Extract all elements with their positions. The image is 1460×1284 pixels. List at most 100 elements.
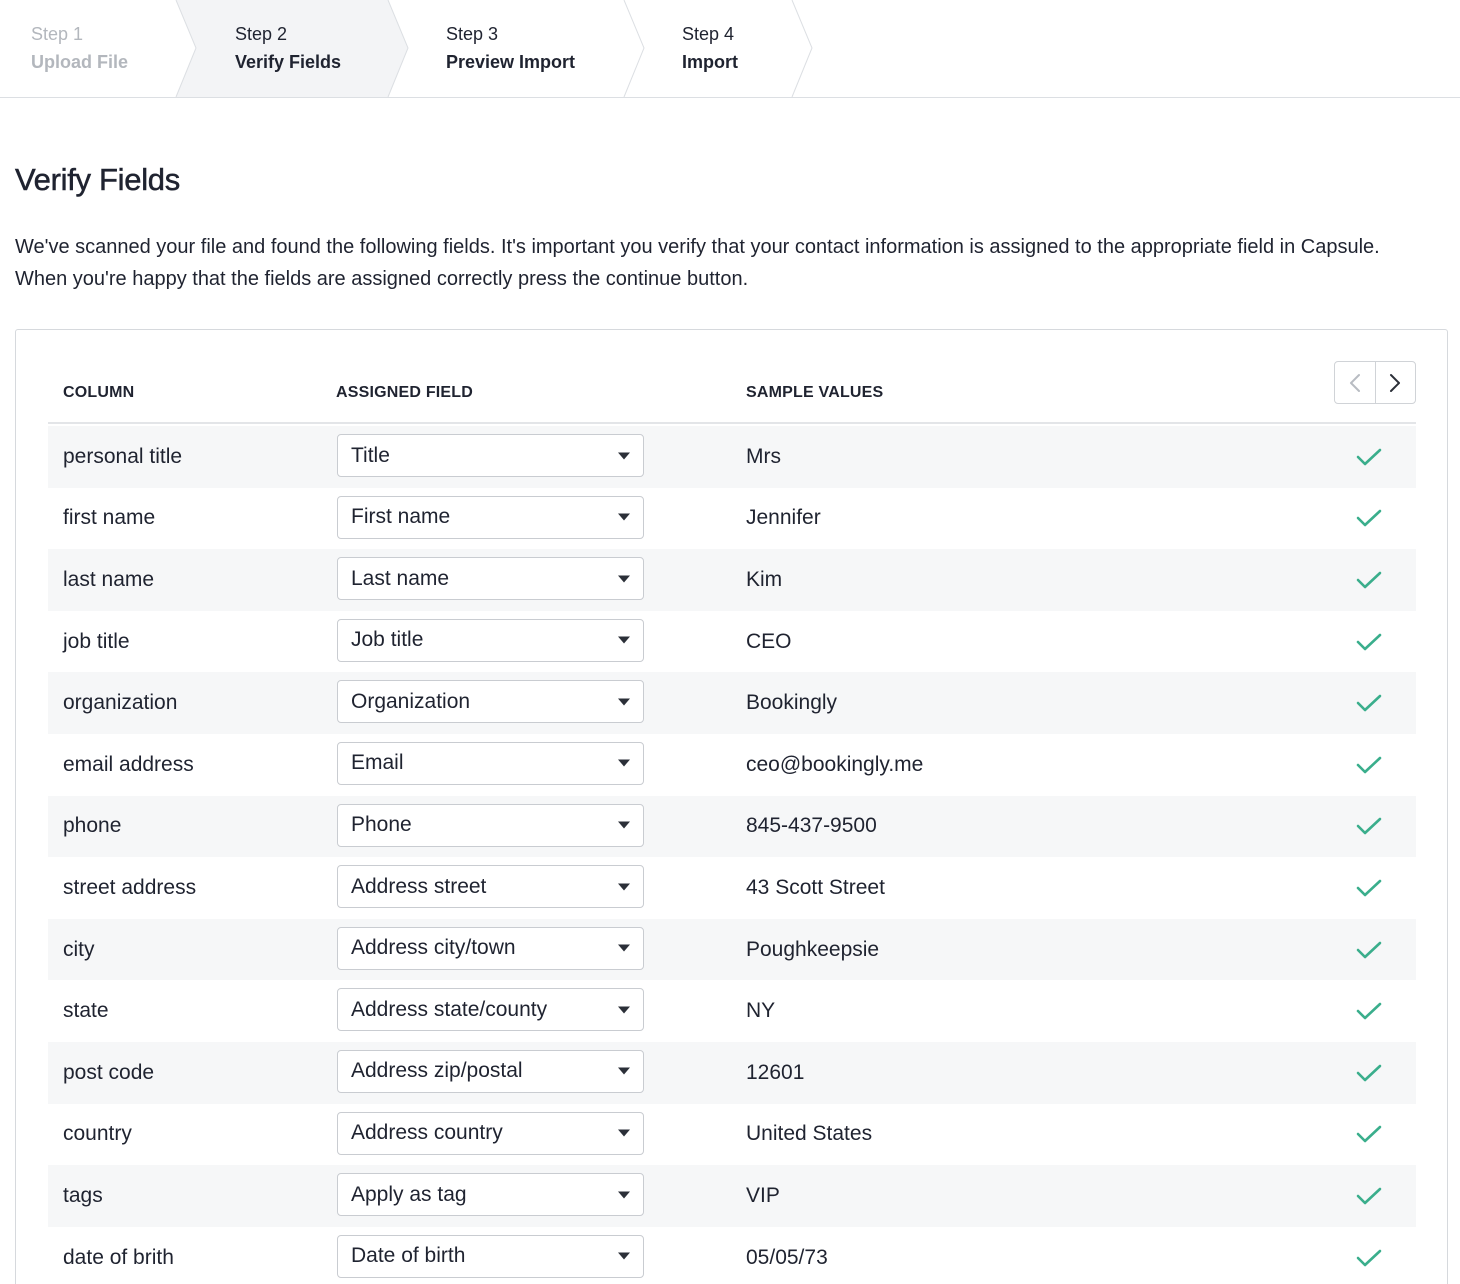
- assigned-field-select[interactable]: Address country: [337, 1111, 644, 1155]
- column-name: street address: [63, 875, 197, 899]
- assigned-field-header: ASSIGNED FIELD: [336, 384, 474, 401]
- chevron-right-icon: [1390, 373, 1401, 392]
- step-number: Step 3: [446, 24, 499, 44]
- sample-value: United States: [746, 1122, 873, 1146]
- assigned-field-select[interactable]: Last name: [337, 557, 644, 601]
- check-icon: [1356, 818, 1382, 835]
- check-icon: [1356, 448, 1382, 466]
- column-name: last name: [63, 567, 155, 591]
- sample-value: ceo@bookingly.me: [746, 752, 924, 776]
- assigned-field-value: First name: [351, 505, 451, 529]
- column-header: COLUMN: [63, 384, 135, 401]
- assigned-field-select[interactable]: Address state/county: [337, 988, 644, 1032]
- caret-down-icon: [618, 1191, 630, 1199]
- sample-value: Jennifer: [746, 506, 821, 530]
- assigned-field-value: Address state/county: [351, 997, 548, 1021]
- caret-down-icon: [618, 821, 630, 829]
- sample-value: Poughkeepsie: [746, 937, 880, 961]
- step-label: Upload File: [31, 52, 129, 72]
- table-row: country Address country United States: [48, 1104, 1416, 1166]
- assigned-field-select[interactable]: Apply as tag: [337, 1173, 644, 1217]
- assigned-field-select[interactable]: Address street: [337, 865, 644, 909]
- step-upload-file[interactable]: Step 1 Upload File: [31, 20, 128, 76]
- assigned-field-value: Organization: [351, 689, 471, 713]
- sample-value: NY: [746, 999, 776, 1023]
- check-icon: [1356, 633, 1382, 650]
- table-row: state Address state/county NY: [48, 980, 1416, 1042]
- assigned-field-value: Title: [351, 443, 390, 467]
- caret-down-icon: [618, 1006, 630, 1014]
- sample-value: CEO: [746, 629, 792, 653]
- assigned-field-value: Address country: [351, 1121, 503, 1145]
- column-name: city: [63, 937, 95, 961]
- assigned-field-select[interactable]: Date of birth: [337, 1234, 644, 1278]
- step-label: Preview Import: [446, 52, 576, 72]
- caret-down-icon: [618, 513, 630, 521]
- check-icon: [1356, 1064, 1382, 1082]
- column-name: first name: [63, 506, 156, 530]
- caret-down-icon: [618, 452, 630, 459]
- table-row: tags Apply as tag VIP: [48, 1165, 1416, 1227]
- table-row: street address Address street 43 Scott S…: [48, 857, 1416, 919]
- check-icon: [1356, 1002, 1382, 1020]
- check-icon: [1356, 571, 1382, 589]
- next-sample-button[interactable]: [1374, 362, 1416, 403]
- caret-down-icon: [618, 1067, 630, 1075]
- step-label: Import: [682, 52, 738, 72]
- assigned-field-select[interactable]: Email: [337, 741, 644, 785]
- assigned-field-select[interactable]: First name: [337, 495, 644, 539]
- sample-values-header: SAMPLE VALUES: [746, 384, 884, 401]
- table-row: phone Phone 845-437-9500: [48, 795, 1416, 858]
- check-icon: [1356, 510, 1382, 527]
- step-import: Step 4 Import: [682, 20, 738, 76]
- table-row: job title Job title CEO: [48, 611, 1416, 673]
- caret-down-icon: [618, 575, 630, 583]
- check-icon: [1356, 1126, 1382, 1143]
- sample-value: 05/05/73: [746, 1245, 828, 1269]
- step-number: Step 4: [682, 24, 735, 44]
- table-row: date of brith Date of birth 05/05/73: [48, 1227, 1416, 1284]
- table-row: city Address city/town Poughkeepsie: [48, 918, 1416, 981]
- column-name: state: [63, 999, 109, 1023]
- assigned-field-select[interactable]: Title: [337, 434, 644, 477]
- sample-value: Mrs: [746, 444, 781, 468]
- assigned-field-select[interactable]: Organization: [337, 680, 644, 724]
- step-preview-import: Step 3 Preview Import: [446, 20, 575, 76]
- assigned-field-value: Apply as tag: [351, 1182, 467, 1206]
- sample-value: 43 Scott Street: [746, 875, 885, 899]
- sample-value: Kim: [746, 567, 783, 591]
- assigned-field-select[interactable]: Phone: [337, 803, 644, 847]
- assigned-field-value: Address street: [351, 874, 487, 898]
- step-number: Step 1: [31, 24, 84, 44]
- column-name: job title: [63, 629, 130, 653]
- assigned-field-value: Job title: [351, 628, 424, 652]
- assigned-field-select[interactable]: Address zip/postal: [337, 1049, 644, 1093]
- check-icon: [1356, 941, 1382, 958]
- page-title: Verify Fields: [15, 162, 181, 198]
- sample-value: 845-437-9500: [746, 814, 877, 838]
- assigned-field-select[interactable]: Job title: [337, 618, 644, 662]
- table-row: personal title Title Mrs: [48, 426, 1416, 488]
- table-row: organization Organization Bookingly: [48, 672, 1416, 734]
- sample-value: 12601: [746, 1060, 805, 1084]
- assigned-field-value: Last name: [351, 566, 450, 590]
- assigned-field-select[interactable]: Address city/town: [337, 926, 644, 970]
- assigned-field-value: Email: [351, 751, 404, 775]
- column-name: phone: [63, 814, 122, 838]
- check-icon: [1356, 1187, 1382, 1205]
- column-name: organization: [63, 691, 178, 715]
- previous-sample-button[interactable]: [1335, 362, 1375, 403]
- assigned-field-value: Address zip/postal: [351, 1059, 523, 1083]
- sample-pager: [1334, 361, 1416, 404]
- column-name: post code: [63, 1060, 155, 1084]
- check-icon: [1356, 879, 1382, 897]
- column-name: date of brith: [63, 1245, 174, 1269]
- import-stepper: Step 1 Upload File Step 2 Verify Fields …: [0, 0, 1460, 98]
- step-number: Step 2: [235, 24, 288, 44]
- sample-value: Bookingly: [746, 691, 838, 715]
- column-name: country: [63, 1122, 132, 1146]
- table-row: first name First name Jennifer: [48, 488, 1416, 550]
- check-icon: [1356, 694, 1382, 712]
- check-icon: [1356, 1249, 1382, 1266]
- caret-down-icon: [618, 698, 630, 706]
